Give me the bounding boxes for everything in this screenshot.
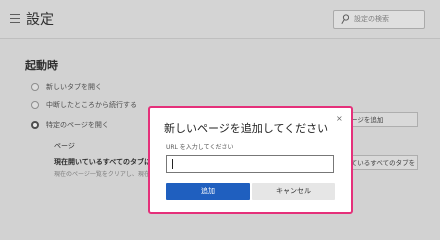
dialog-title: 新しいページを追加してください <box>164 122 329 135</box>
add-page-dialog: 新しいページを追加してください × URL を入力してください 追加 キャンセル <box>148 106 353 214</box>
cancel-button[interactable]: キャンセル <box>252 183 335 200</box>
add-button[interactable]: 追加 <box>166 183 250 200</box>
text-caret <box>172 159 173 169</box>
url-field-label: URL を入力してください <box>166 144 234 151</box>
url-input[interactable] <box>166 155 334 173</box>
close-icon[interactable]: × <box>336 114 343 123</box>
